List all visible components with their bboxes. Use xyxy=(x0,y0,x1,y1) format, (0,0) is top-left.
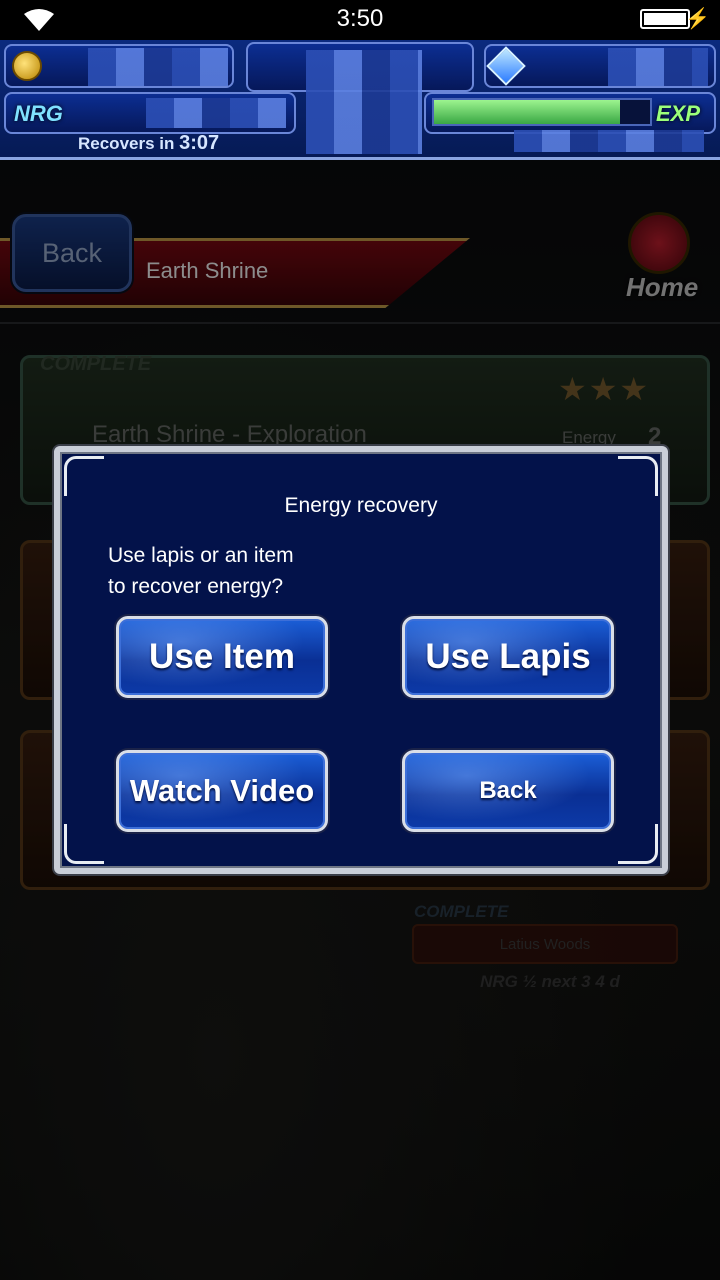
energy-amount-redacted xyxy=(146,98,286,128)
dialog-corner-ornament xyxy=(64,824,104,864)
battery-icon xyxy=(640,9,690,29)
dialog-title: Energy recovery xyxy=(284,494,438,517)
dialog-back-label: Back xyxy=(479,777,537,804)
nrg-label: NRG xyxy=(14,101,63,126)
recovers-label: Recovers in xyxy=(78,134,175,153)
watch-video-label: Watch Video xyxy=(129,773,315,808)
dialog-corner-ornament xyxy=(618,824,658,864)
dialog-corner-ornament xyxy=(64,456,104,496)
use-lapis-label: Use Lapis xyxy=(425,637,591,676)
dialog-corner-ornament xyxy=(618,456,658,496)
player-header: NRG Recovers in 3:07 EXP xyxy=(0,40,720,160)
energy-recover-timer: Recovers in 3:07 xyxy=(78,132,219,155)
watch-video-button[interactable]: Watch Video xyxy=(116,750,328,832)
status-time: 3:50 xyxy=(336,5,384,32)
use-item-label: Use Item xyxy=(149,637,295,676)
status-bar: 3:50 ⚡ xyxy=(0,0,720,40)
exp-progress-bar xyxy=(432,98,652,126)
use-lapis-button[interactable]: Use Lapis xyxy=(402,616,614,698)
dialog-message-line: Use lapis or an item xyxy=(108,544,294,567)
gil-coin-icon xyxy=(12,51,42,81)
charging-icon: ⚡ xyxy=(685,8,710,30)
dialog-back-button[interactable]: Back xyxy=(402,750,614,832)
dialog-message: Use lapis or an item to recover energy? xyxy=(108,540,508,602)
player-name-redacted xyxy=(306,50,422,154)
exp-label: EXP xyxy=(656,101,701,126)
use-item-button[interactable]: Use Item xyxy=(116,616,328,698)
dialog-message-line: to recover energy? xyxy=(108,575,284,598)
exp-progress-fill xyxy=(434,100,620,124)
lapis-amount-redacted xyxy=(608,48,708,86)
recovers-time: 3:07 xyxy=(179,132,220,154)
exp-amount-redacted xyxy=(514,130,704,152)
energy-recovery-dialog: Energy recovery Use lapis or an item to … xyxy=(54,446,668,874)
gil-amount-redacted xyxy=(88,48,228,86)
